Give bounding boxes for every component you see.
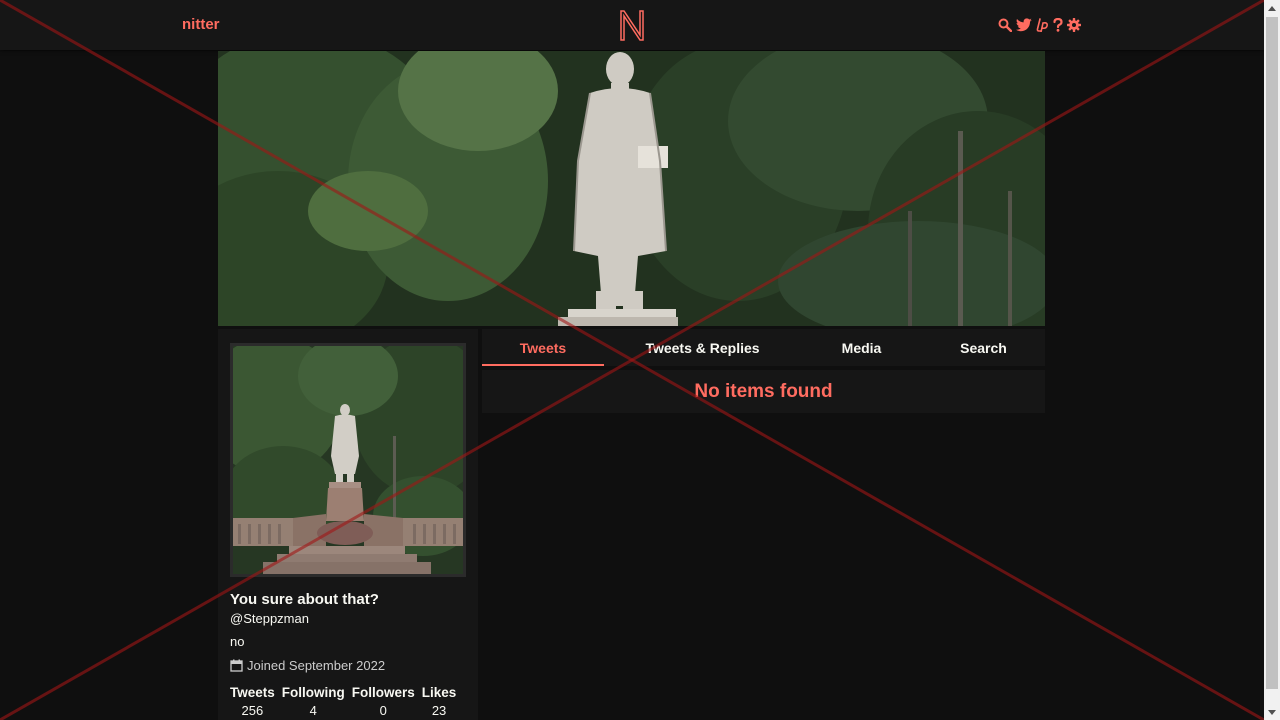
profile-username[interactable]: @Steppzman: [230, 611, 309, 626]
page-scrollbar[interactable]: [1264, 0, 1280, 720]
stat-label: Likes: [421, 685, 457, 700]
twitter-bird-icon[interactable]: [1016, 16, 1032, 34]
stat-following: Following 4: [282, 685, 345, 718]
tab-media[interactable]: Media: [801, 329, 922, 366]
brand-link[interactable]: nitter: [182, 16, 220, 33]
profile-card: You sure about that? @Steppzman no Joine…: [218, 329, 478, 720]
scrollbar-thumb[interactable]: [1266, 17, 1278, 689]
stat-label: Followers: [351, 685, 415, 700]
liberapay-icon[interactable]: [1036, 16, 1049, 34]
banner-statue-image: [218, 51, 1045, 326]
profile-stats: Tweets 256 Following 4 Followers 0 Likes…: [230, 685, 456, 718]
avatar[interactable]: [230, 343, 466, 577]
calendar-icon: [230, 659, 243, 672]
profile-bio: no: [230, 634, 245, 649]
search-icon[interactable]: [998, 16, 1012, 34]
scroll-down-arrow-icon[interactable]: [1264, 704, 1280, 720]
avatar-statue-image: [233, 346, 463, 574]
stat-value: 4: [309, 703, 317, 718]
navbar: nitter: [0, 0, 1264, 50]
tab-tweets-replies[interactable]: Tweets & Replies: [604, 329, 801, 366]
gear-icon[interactable]: [1067, 16, 1081, 34]
question-icon[interactable]: [1053, 16, 1063, 34]
timeline-empty-message: No items found: [482, 370, 1045, 413]
stat-label: Following: [281, 685, 345, 700]
stat-value: 256: [241, 703, 264, 718]
stat-value: 23: [431, 703, 447, 718]
timeline-tabs: Tweets Tweets & Replies Media Search: [482, 329, 1045, 366]
stat-tweets: Tweets 256: [230, 685, 275, 718]
tab-search[interactable]: Search: [922, 329, 1045, 366]
profile-banner[interactable]: [218, 51, 1045, 326]
stat-likes: Likes 23: [422, 685, 457, 718]
stat-label: Tweets: [230, 685, 275, 700]
scroll-up-arrow-icon[interactable]: [1264, 0, 1280, 16]
stat-followers: Followers 0: [352, 685, 415, 718]
tab-tweets[interactable]: Tweets: [482, 329, 604, 366]
stat-value: 0: [379, 703, 387, 718]
joined-date-text: Joined September 2022: [247, 658, 386, 673]
nitter-logo[interactable]: [617, 8, 647, 42]
profile-joined: Joined September 2022: [230, 658, 385, 673]
nav-icon-group: [998, 16, 1081, 34]
profile-fullname[interactable]: You sure about that?: [230, 591, 379, 608]
